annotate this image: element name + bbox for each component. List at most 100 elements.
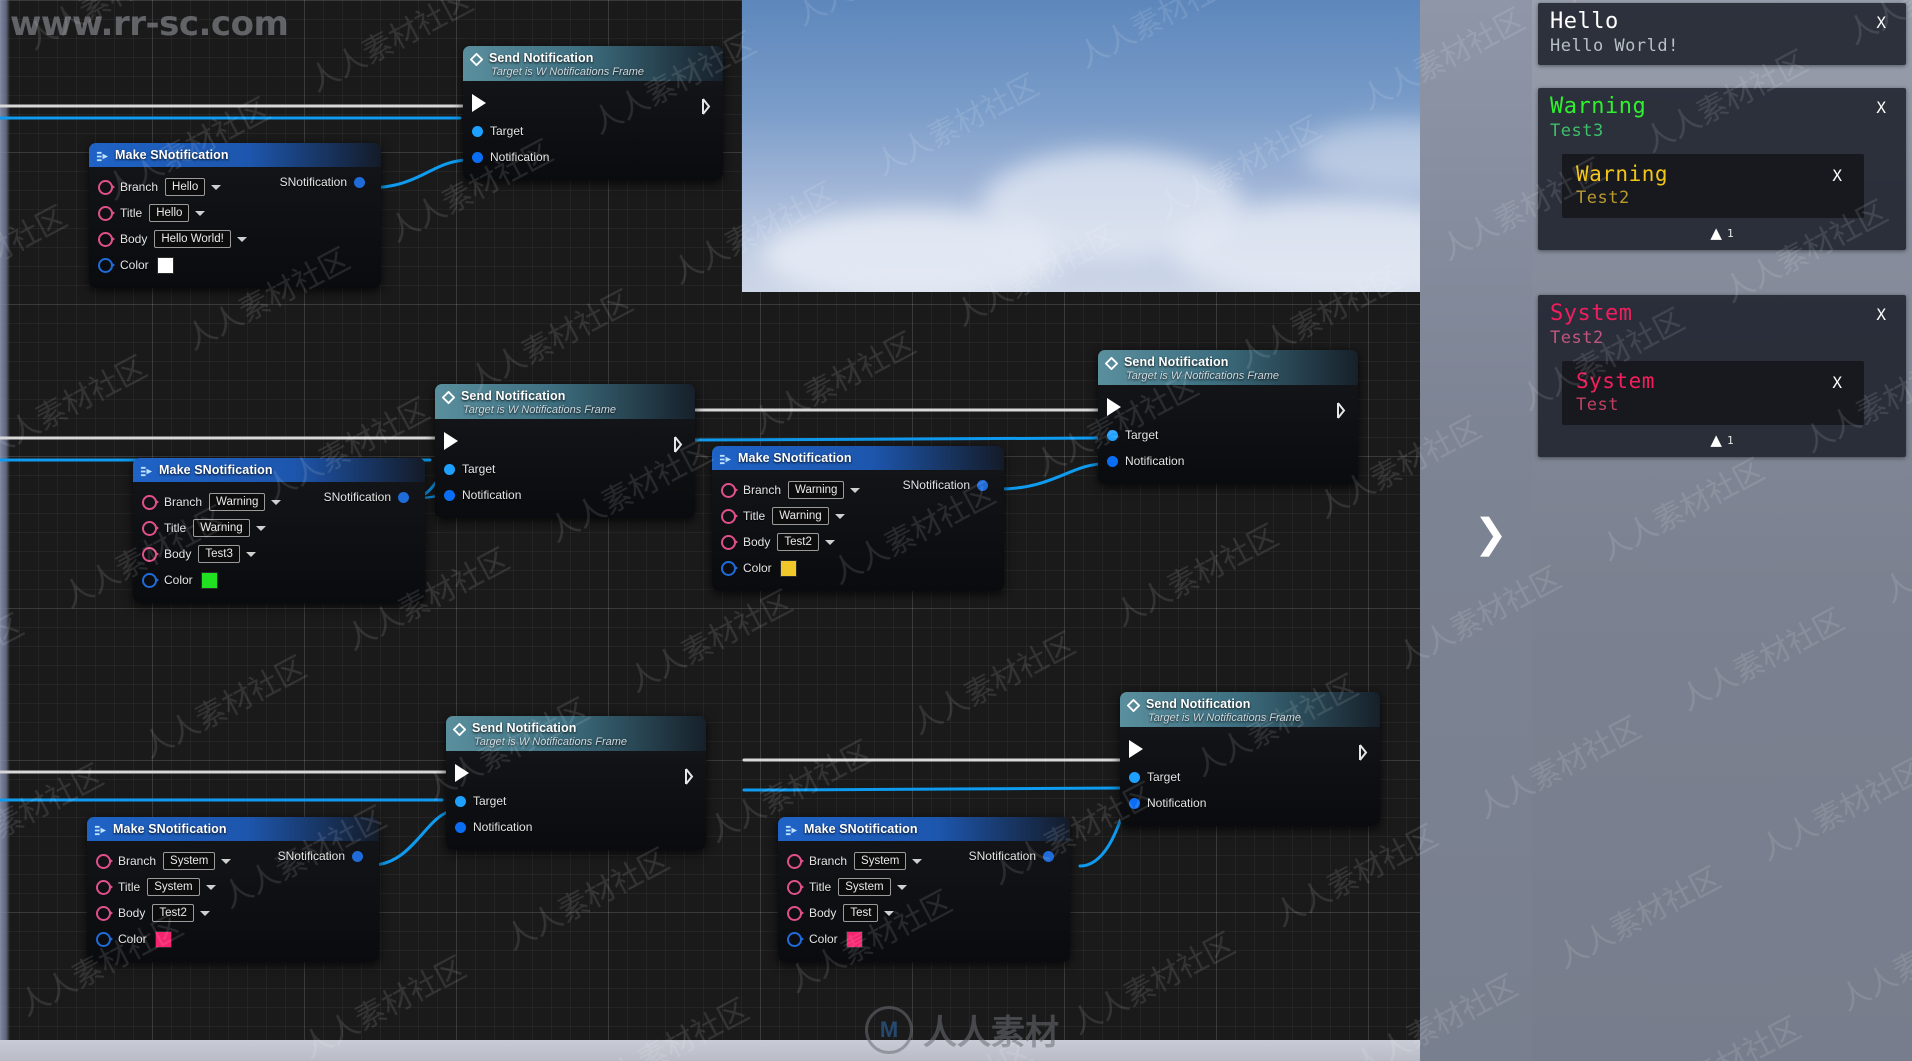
notification-item[interactable]: Warning Test3 X Warning Test2 X ▲ 1 bbox=[1538, 88, 1906, 250]
exec-out-wrap[interactable] bbox=[674, 436, 686, 453]
field-value[interactable]: Test3 bbox=[198, 545, 240, 563]
node-send-notification[interactable]: Send Notification Target is W Notificatio… bbox=[1098, 350, 1358, 484]
field-value[interactable]: Warning bbox=[193, 519, 250, 537]
field-row[interactable]: Branch Warning bbox=[133, 489, 425, 515]
chevron-down-icon[interactable] bbox=[199, 910, 210, 916]
node-send-notification[interactable]: Send Notification Target is W Notificatio… bbox=[1120, 692, 1380, 826]
notification-pin[interactable] bbox=[1129, 797, 1140, 809]
field-row[interactable]: Branch System bbox=[87, 848, 379, 874]
color-swatch[interactable] bbox=[200, 571, 218, 589]
color-row[interactable]: Color bbox=[778, 926, 1070, 952]
pin-row[interactable]: Notification bbox=[435, 482, 695, 508]
node-header[interactable]: Send Notification Target is W Notificatio… bbox=[463, 46, 723, 81]
chevron-down-icon[interactable] bbox=[211, 184, 222, 190]
field-value[interactable]: System bbox=[163, 852, 216, 870]
input-pin[interactable] bbox=[96, 853, 113, 869]
notification-close-button[interactable]: X bbox=[1876, 13, 1886, 32]
node-header[interactable]: Send Notification Target is W Notificatio… bbox=[446, 716, 706, 751]
input-pin[interactable] bbox=[787, 853, 804, 869]
input-pin[interactable] bbox=[142, 494, 159, 510]
color-input-pin[interactable] bbox=[96, 931, 113, 947]
input-pin[interactable] bbox=[96, 905, 113, 921]
exec-out-wrap[interactable] bbox=[685, 768, 697, 785]
exec-in-pin[interactable] bbox=[472, 94, 486, 112]
field-value[interactable]: Warning bbox=[788, 481, 845, 499]
notification-item[interactable]: Hello Hello World! X bbox=[1538, 3, 1906, 65]
target-pin[interactable] bbox=[472, 125, 483, 137]
node-send-notification[interactable]: Send Notification Target is W Notificatio… bbox=[446, 716, 706, 850]
color-input-pin[interactable] bbox=[721, 560, 738, 576]
input-pin[interactable] bbox=[142, 546, 159, 562]
chevron-down-icon[interactable] bbox=[271, 499, 282, 505]
field-value[interactable]: Test2 bbox=[152, 904, 194, 922]
node-make-snotification[interactable]: Make SNotification SNotification Branch Sys… bbox=[87, 817, 379, 962]
field-value[interactable]: Warning bbox=[209, 493, 266, 511]
field-value[interactable]: Test bbox=[843, 904, 879, 922]
chevron-down-icon[interactable] bbox=[834, 513, 845, 519]
notification-child-item[interactable]: System Test X bbox=[1562, 361, 1864, 425]
exec-in-pin[interactable] bbox=[455, 764, 469, 782]
field-row[interactable]: Title System bbox=[87, 874, 379, 900]
color-swatch[interactable] bbox=[154, 930, 172, 948]
field-value[interactable]: System bbox=[854, 852, 907, 870]
color-row[interactable]: Color bbox=[133, 567, 425, 593]
exec-out-wrap[interactable] bbox=[702, 98, 714, 115]
field-row[interactable]: Branch Hello bbox=[89, 174, 381, 200]
field-value[interactable]: Test2 bbox=[777, 533, 819, 551]
chevron-down-icon[interactable] bbox=[896, 884, 907, 890]
field-row[interactable]: Body Test2 bbox=[712, 529, 1004, 555]
color-swatch[interactable] bbox=[779, 559, 797, 577]
node-send-notification[interactable]: Send Notification Target is W Notificatio… bbox=[435, 384, 695, 518]
field-row[interactable]: Branch System bbox=[778, 848, 1070, 874]
chevron-down-icon[interactable] bbox=[221, 858, 232, 864]
notification-pin[interactable] bbox=[1107, 455, 1118, 467]
field-row[interactable]: Branch Warning bbox=[712, 477, 1004, 503]
exec-row[interactable] bbox=[1120, 734, 1380, 764]
chevron-down-icon[interactable] bbox=[824, 539, 835, 545]
exec-out-wrap[interactable] bbox=[1359, 744, 1371, 761]
chevron-down-icon[interactable] bbox=[850, 487, 861, 493]
notification-pin[interactable] bbox=[444, 489, 455, 501]
input-pin[interactable] bbox=[98, 179, 115, 195]
color-row[interactable]: Color bbox=[89, 252, 381, 278]
input-pin[interactable] bbox=[721, 482, 738, 498]
field-value[interactable]: Hello bbox=[165, 178, 206, 196]
field-row[interactable]: Body Test bbox=[778, 900, 1070, 926]
color-swatch[interactable] bbox=[845, 930, 863, 948]
node-header[interactable]: Make SNotification bbox=[712, 446, 1004, 470]
chevron-down-icon[interactable] bbox=[245, 551, 256, 557]
pin-row[interactable]: Target bbox=[1098, 422, 1358, 448]
chevron-down-icon[interactable] bbox=[236, 236, 247, 242]
color-swatch[interactable] bbox=[156, 256, 174, 274]
input-pin[interactable] bbox=[96, 879, 113, 895]
notification-body[interactable]: Hello Hello World! X bbox=[1538, 3, 1906, 65]
exec-out-wrap[interactable] bbox=[1337, 402, 1349, 419]
node-make-snotification[interactable]: Make SNotification SNotification Branch Hel… bbox=[89, 143, 381, 288]
pin-row[interactable]: Target bbox=[446, 788, 706, 814]
notification-pin[interactable] bbox=[472, 151, 483, 163]
node-header[interactable]: Send Notification Target is W Notificatio… bbox=[1120, 692, 1380, 727]
notification-close-button[interactable]: X bbox=[1876, 98, 1886, 117]
field-value[interactable]: System bbox=[147, 878, 200, 896]
pin-row[interactable]: Target bbox=[463, 118, 723, 144]
input-pin[interactable] bbox=[787, 879, 804, 895]
notification-item[interactable]: System Test2 X System Test X ▲ 1 bbox=[1538, 295, 1906, 457]
color-input-pin[interactable] bbox=[142, 572, 159, 588]
field-value[interactable]: Warning bbox=[772, 507, 829, 525]
node-header[interactable]: Send Notification Target is W Notificatio… bbox=[435, 384, 695, 419]
target-pin[interactable] bbox=[444, 463, 455, 475]
chevron-down-icon[interactable] bbox=[255, 525, 266, 531]
notification-pin[interactable] bbox=[455, 821, 466, 833]
color-input-pin[interactable] bbox=[787, 931, 804, 947]
chevron-down-icon[interactable] bbox=[884, 910, 895, 916]
node-header[interactable]: Make SNotification bbox=[778, 817, 1070, 841]
node-send-notification[interactable]: Send Notification Target is W Notificatio… bbox=[463, 46, 723, 180]
node-make-snotification[interactable]: Make SNotification SNotification Branch War… bbox=[133, 458, 425, 603]
field-row[interactable]: Title System bbox=[778, 874, 1070, 900]
input-pin[interactable] bbox=[142, 520, 159, 536]
pin-row[interactable]: Target bbox=[1120, 764, 1380, 790]
chevron-right-icon[interactable]: ❯ bbox=[1474, 512, 1508, 556]
notification-collapse-toggle[interactable]: ▲ 1 bbox=[1538, 218, 1906, 250]
exec-row[interactable] bbox=[435, 426, 695, 456]
notification-child-close-button[interactable]: X bbox=[1832, 166, 1842, 185]
